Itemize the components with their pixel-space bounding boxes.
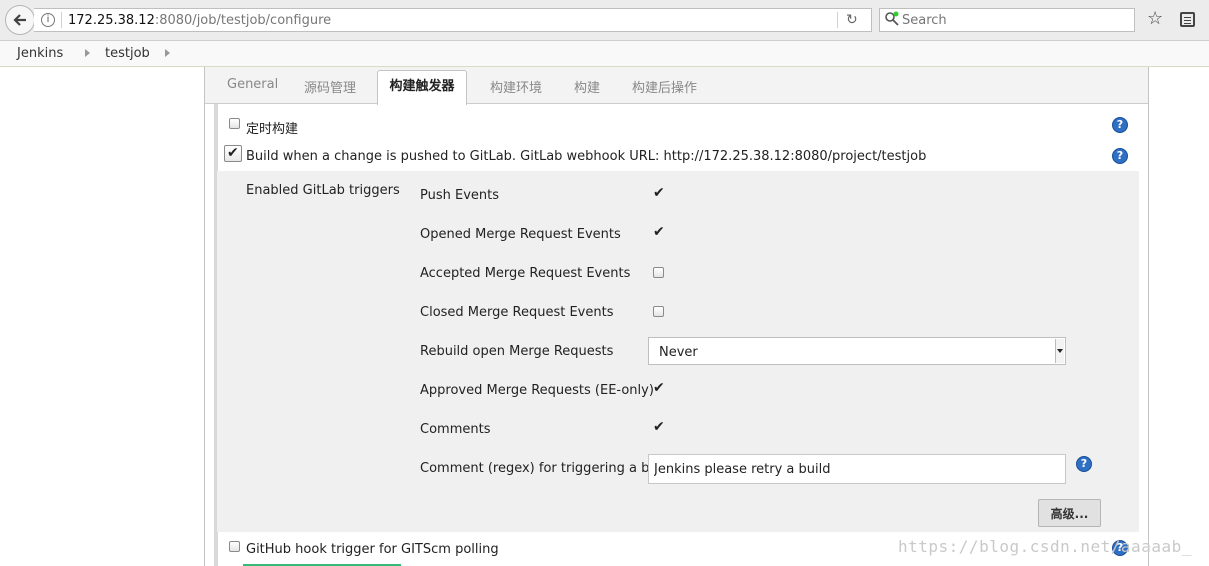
comments-label: Comments [420,422,491,437]
advanced-button[interactable]: 高级... [1038,499,1101,527]
rebuild-select-value: Never [659,345,698,360]
search-bar[interactable] [879,8,1135,32]
comment-regex-input[interactable] [648,454,1066,484]
breadcrumb-testjob[interactable]: testjob [105,46,150,61]
opened-mr-checkbox[interactable]: ✔ [653,225,665,239]
tab-post-build[interactable]: 构建后操作 [632,77,697,96]
timed-build-checkbox[interactable] [229,118,240,129]
back-button[interactable] [5,5,35,35]
tab-scm[interactable]: 源码管理 [304,77,356,96]
option-label: Accepted Merge Request Events [420,266,631,281]
check-icon: ✔ [227,145,239,161]
browser-toolbar: i 172.25.38.12:8080/job/testjob/configur… [0,0,1209,41]
option-label: Opened Merge Request Events [420,227,621,242]
breadcrumb: Jenkins testjob [0,41,1209,67]
enabled-triggers-label: Enabled GitLab triggers [246,183,400,198]
option-label: Closed Merge Request Events [420,305,614,320]
tab-build-triggers[interactable]: 构建触发器 [377,70,467,105]
tab-build-environment[interactable]: 构建环境 [490,77,542,96]
tab-build[interactable]: 构建 [574,77,600,96]
reload-icon[interactable]: ↻ [846,12,858,28]
comment-regex-label: Comment (regex) for triggering a build [420,461,674,476]
breadcrumb-arrow-icon[interactable] [85,49,90,57]
help-icon[interactable]: ? [1112,148,1128,164]
help-icon[interactable]: ? [1112,117,1128,133]
approved-mr-checkbox[interactable]: ✔ [653,381,665,395]
config-panel: General 源码管理 构建触发器 构建环境 构建 构建后操作 定时构建 ? … [204,67,1149,566]
url-separator [61,12,62,28]
github-hook-checkbox[interactable] [229,541,240,552]
url-text[interactable]: 172.25.38.12:8080/job/testjob/configure [68,13,331,28]
search-input[interactable] [902,10,1130,30]
search-icon [885,11,899,26]
approved-label: Approved Merge Requests (EE-only) [420,383,654,398]
gitlab-trigger-checkbox[interactable]: ✔ [224,145,242,162]
help-icon[interactable]: ? [1076,456,1092,472]
gitlab-trigger-label: Build when a change is pushed to GitLab.… [246,149,927,164]
timed-build-label: 定时构建 [246,122,299,137]
github-hook-label: GitHub hook trigger for GITScm polling [246,542,499,557]
breadcrumb-arrow-icon[interactable] [165,49,170,57]
info-icon[interactable]: i [41,13,55,27]
reload-separator [837,12,838,28]
url-host: 172.25.38.12 [68,13,155,28]
closed-mr-checkbox[interactable] [653,306,664,317]
url-path: :8080/job/testjob/configure [154,13,332,28]
rebuild-select[interactable]: Never [648,337,1066,365]
chevron-down-icon[interactable] [1055,339,1064,363]
watermark: https://blog.csdn.net/aaaaab_ [898,537,1192,556]
accepted-mr-checkbox[interactable] [653,267,664,278]
breadcrumb-jenkins[interactable]: Jenkins [17,46,63,61]
url-bar[interactable]: i 172.25.38.12:8080/job/testjob/configur… [34,8,872,32]
star-icon[interactable]: ☆ [1147,10,1163,28]
reader-view-icon[interactable] [1180,12,1195,27]
config-tabbar: General 源码管理 构建触发器 构建环境 构建 构建后操作 [205,67,1148,105]
rebuild-label: Rebuild open Merge Requests [420,344,614,359]
comments-checkbox[interactable]: ✔ [653,420,665,434]
option-label: Push Events [420,188,500,203]
tab-general[interactable]: General [227,77,278,92]
push-events-checkbox[interactable]: ✔ [653,186,665,200]
back-arrow-icon [13,14,26,26]
